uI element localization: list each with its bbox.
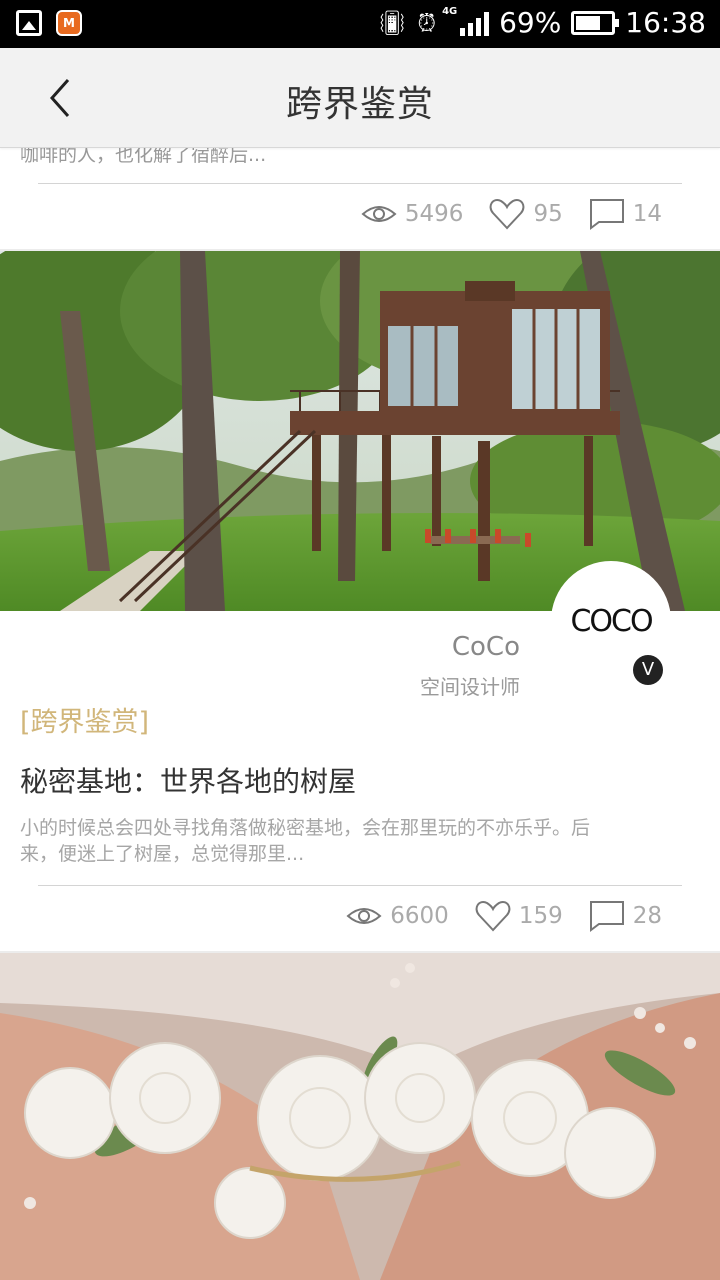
article-stats: 6600 159 28 [320,900,662,932]
gallery-notification-icon [16,10,42,36]
views-count: 6600 [390,903,449,929]
comments-count: 28 [632,903,662,929]
eye-icon [346,908,382,924]
article-title[interactable]: 秘密基地：世界各地的树屋 [20,760,356,800]
app-notification-icon: M [56,10,82,36]
comment-icon [589,199,624,230]
app-header: 跨界鉴赏 [0,48,720,148]
comments-count: 14 [632,201,662,227]
divider [38,183,682,184]
battery-icon [571,10,620,35]
likes-stat[interactable]: 159 [475,900,563,932]
heart-icon [475,901,511,932]
comment-icon [589,901,624,932]
category-tag[interactable]: [跨界鉴赏] [20,700,149,739]
network-type: 4G [442,5,458,17]
signal-icon: 4G [442,6,490,36]
views-stat: 5496 [361,201,464,227]
comments-stat[interactable]: 28 [589,900,662,932]
divider [38,885,682,886]
page-title: 跨界鉴赏 [285,84,434,125]
clock: 16:38 [625,6,706,39]
verified-badge: V [633,655,663,685]
status-bar: M 📳︎ ⏰︎ 4G 69% 16:38 [0,0,720,48]
battery-percent: 69% [499,6,562,39]
flower-wristband-photo [0,953,720,1280]
views-count: 5496 [404,201,464,227]
author-name[interactable]: CoCo [452,632,520,662]
likes-stat[interactable]: 95 [489,198,563,230]
comments-stat[interactable]: 14 [589,198,662,230]
previous-card-excerpt: 咖啡的人，也化解了宿醉后... [20,148,267,166]
likes-count: 95 [533,201,563,227]
article-excerpt: 小的时候总会四处寻找角落做秘密基地，会在那里玩的不亦乐乎。后来，便迷上了树屋，总… [20,817,591,865]
author-logo: COCO [570,603,653,639]
vibrate-icon: 📳︎ [376,8,408,37]
previous-card-stats: 5496 95 14 [335,198,662,230]
eye-icon [361,206,397,222]
heart-icon [490,199,525,230]
article-cover-image[interactable] [0,251,720,611]
author-role: 空间设计师 [420,675,520,699]
article-list[interactable]: 咖啡的人，也化解了宿醉后... 5496 95 14 COCO V CoCo 空… [0,148,720,1280]
likes-count: 159 [518,903,563,929]
next-article-cover-image[interactable] [0,953,720,1280]
alarm-icon: ⏰︎ [417,8,437,37]
views-stat: 6600 [346,903,449,929]
treehouse-photo [0,251,720,611]
